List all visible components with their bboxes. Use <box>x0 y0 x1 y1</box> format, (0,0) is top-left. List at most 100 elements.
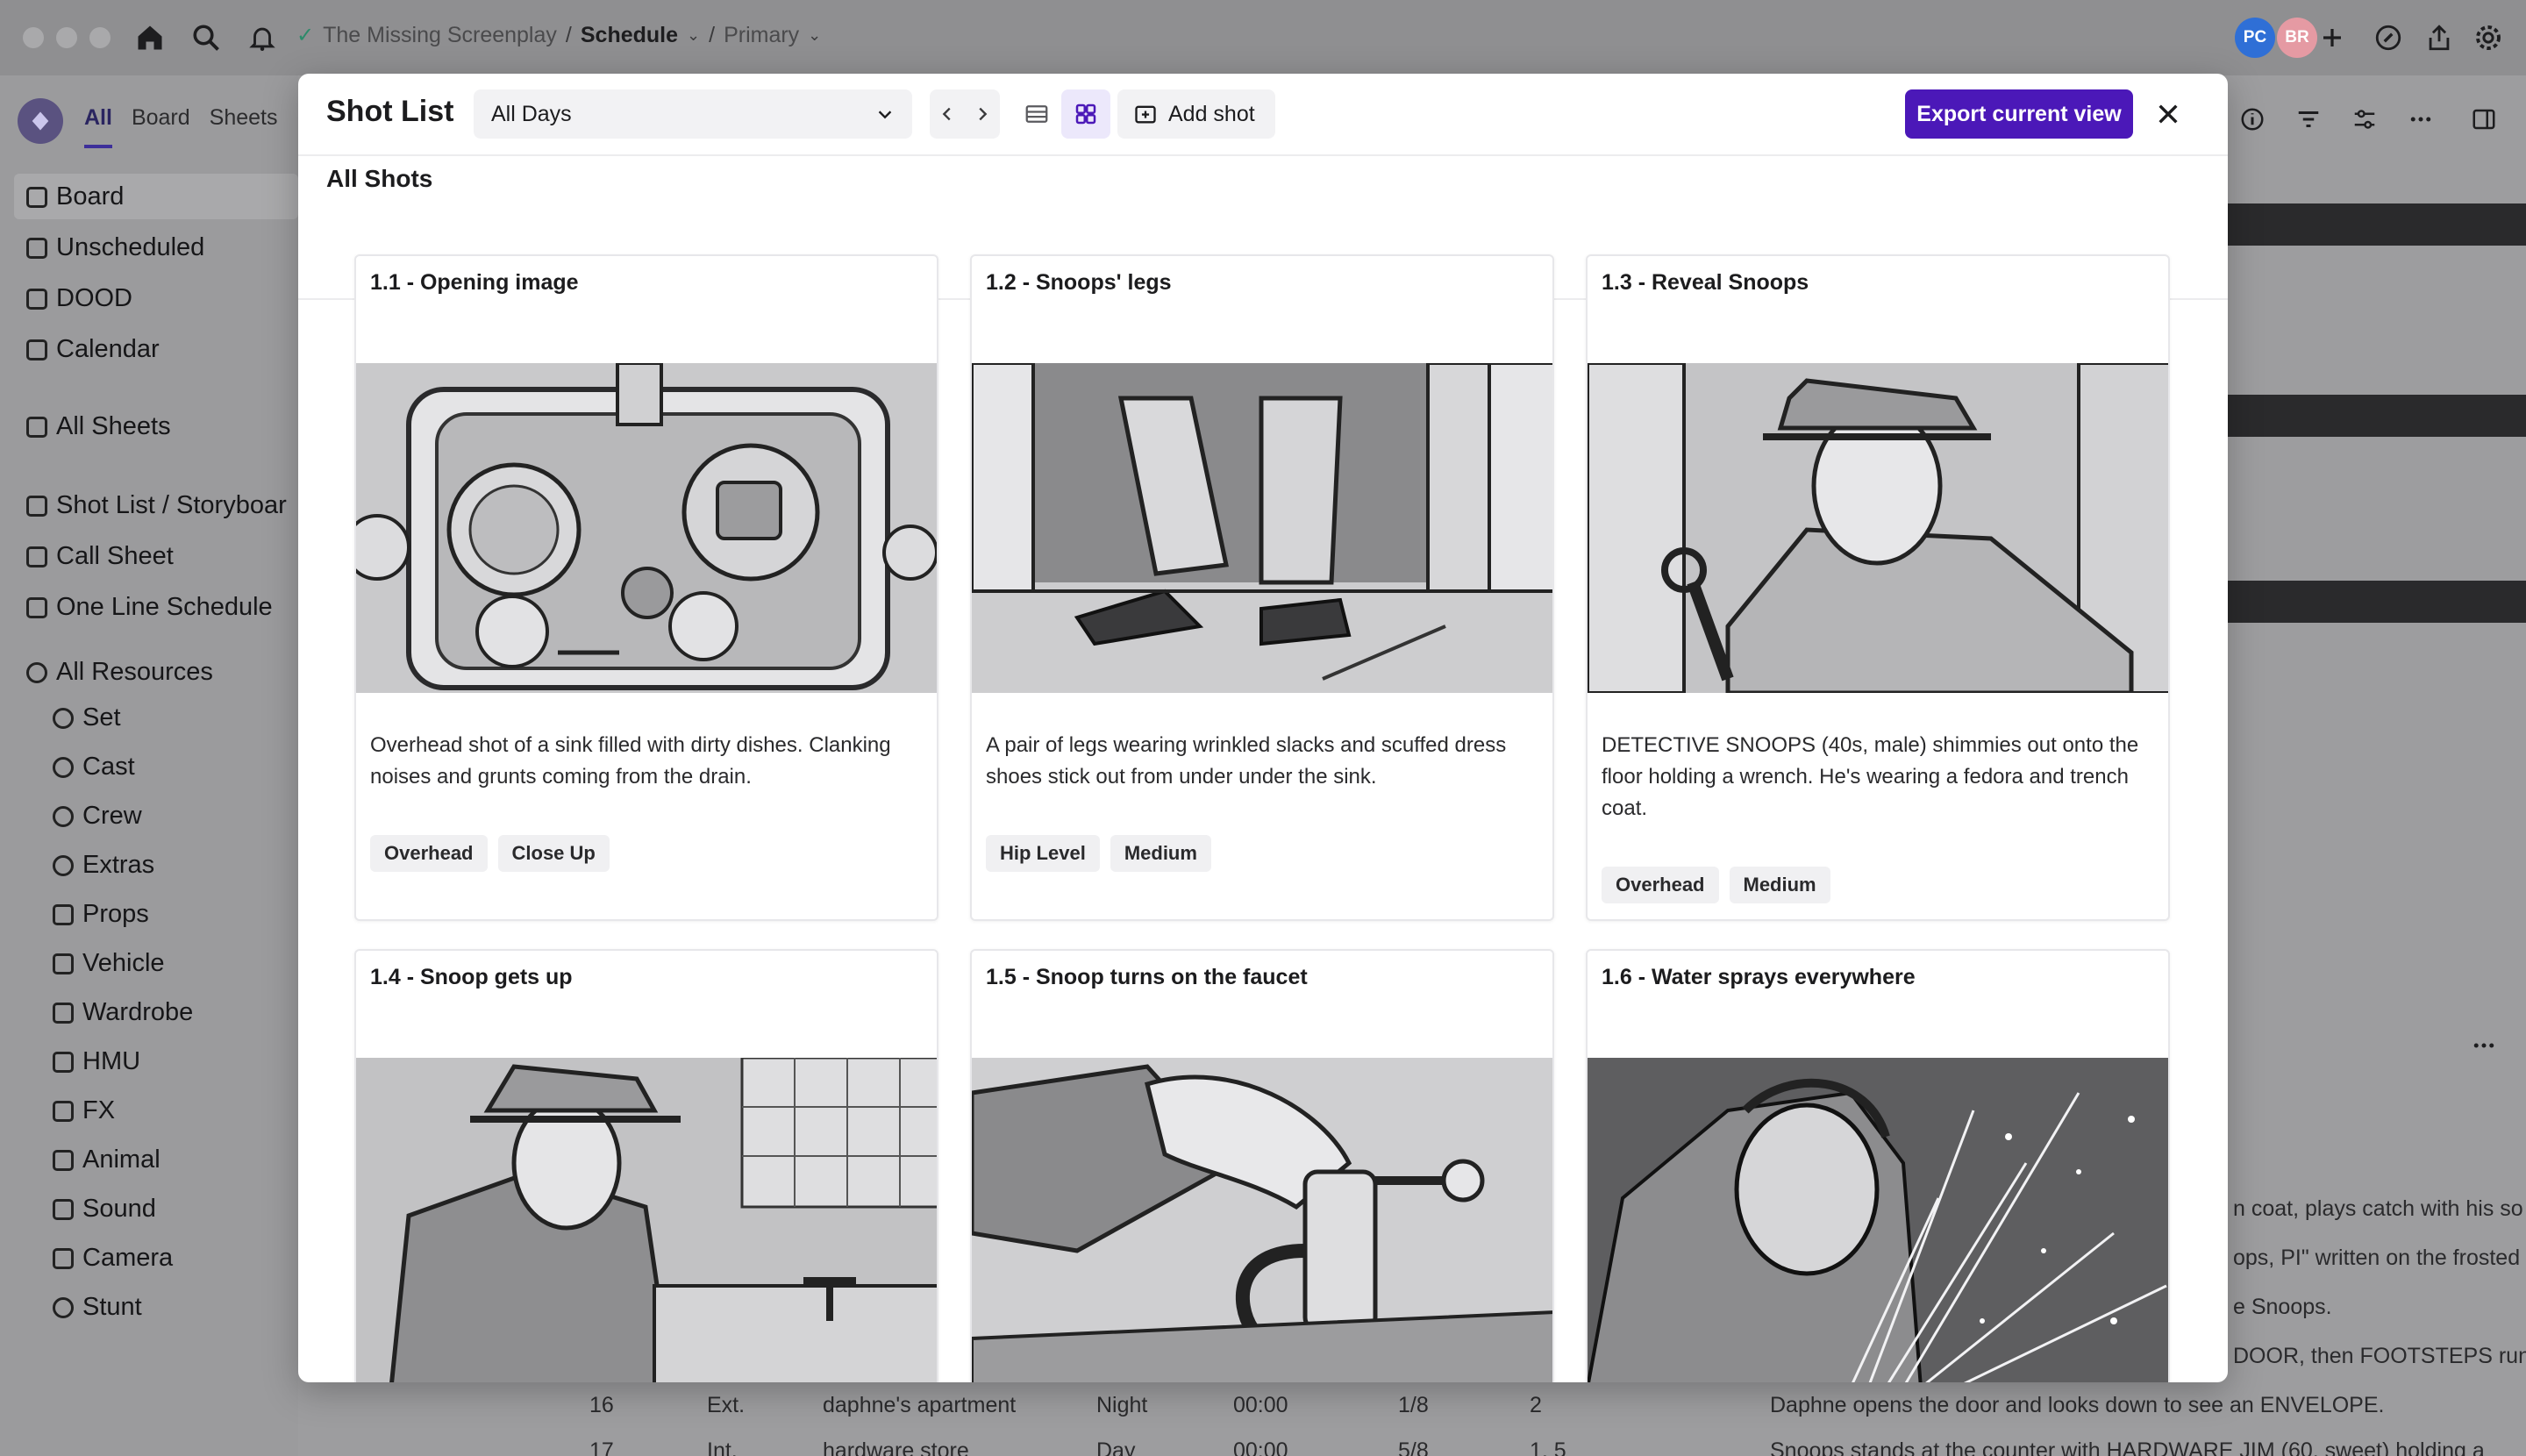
storyboard-sketch-sink[interactable] <box>356 363 938 693</box>
grid-view-button[interactable] <box>1061 89 1110 139</box>
storyboard-sketch-water-spray[interactable] <box>1588 1058 2170 1382</box>
bell-icon[interactable] <box>244 19 281 56</box>
add-shot-button[interactable]: Add shot <box>1117 89 1275 139</box>
filter-icon[interactable] <box>2291 102 2326 137</box>
sidebar-item-call-sheet[interactable]: Call Sheet <box>26 542 174 571</box>
sidebar-item-calendar[interactable]: Calendar <box>26 335 160 364</box>
sidebar-item-one-line-schedule[interactable]: One Line Schedule <box>26 593 273 622</box>
sidebar-item-all-sheets[interactable]: All Sheets <box>26 412 171 441</box>
sidebar-item-label: Extras <box>82 851 155 879</box>
search-icon[interactable] <box>188 19 225 56</box>
previous-day-button[interactable] <box>932 92 962 136</box>
shot-title: 1.6 - Water sprays everywhere <box>1602 965 1916 989</box>
est-time: 00:00 <box>1233 1393 1288 1417</box>
sidebar-item-label: HMU <box>82 1047 141 1075</box>
sidebar-item-dood[interactable]: DOOD <box>26 284 132 313</box>
share-icon[interactable] <box>2421 19 2458 56</box>
gear-icon[interactable] <box>2470 19 2507 56</box>
table-row[interactable]: 17 Int. hardware store Day 00:00 5/8 1, … <box>589 1438 1765 1456</box>
inbox-icon <box>26 237 47 259</box>
breadcrumb-separator: / <box>565 23 572 47</box>
home-icon[interactable] <box>132 19 168 56</box>
sidebar-resource-crew[interactable]: Crew <box>53 802 142 831</box>
shot-title: 1.1 - Opening image <box>370 270 579 295</box>
sidebar-tab-sheets[interactable]: Sheets <box>210 105 278 148</box>
sidebar-item-label: Props <box>82 900 149 928</box>
sparkle-icon <box>53 1100 74 1122</box>
compass-icon[interactable] <box>2370 19 2407 56</box>
breadcrumb-view[interactable]: Primary <box>724 23 799 48</box>
add-collaborator-icon[interactable] <box>2314 19 2351 56</box>
sidebar-resource-vehicle[interactable]: Vehicle <box>53 949 165 978</box>
shot-card[interactable]: 1.2 - Snoops' legs A pair of legs wearin… <box>970 254 1554 921</box>
window-close-dot[interactable] <box>23 27 44 48</box>
scene-description-text: e Snoops. <box>2233 1295 2332 1319</box>
more-icon[interactable] <box>2403 102 2438 137</box>
window-titlebar: ✓ The Missing Screenplay / Schedule ⌄ / … <box>0 0 2526 75</box>
shot-tag: Hip Level <box>986 835 1100 872</box>
day-break-bar <box>2228 581 2526 623</box>
sidebar-tab-all[interactable]: All <box>84 105 112 148</box>
more-icon[interactable] <box>2466 1028 2501 1063</box>
crew-icon <box>53 805 74 827</box>
storyboard-sketch-faucet[interactable] <box>972 1058 1554 1382</box>
storyboard-sketch-legs[interactable] <box>972 363 1554 693</box>
sidebar-resource-stunt[interactable]: Stunt <box>53 1293 142 1322</box>
day-filter-select[interactable]: All Days <box>474 89 912 139</box>
sidebar-item-unscheduled[interactable]: Unscheduled <box>26 233 204 262</box>
table-row[interactable]: 16 Ext. daphne's apartment Night 00:00 1… <box>589 1393 1765 1428</box>
sidebar-resource-sound[interactable]: Sound <box>53 1195 156 1224</box>
modal-title: Shot List <box>326 95 454 128</box>
sidebar-item-shot-list[interactable]: Shot List / Storyboar <box>26 491 287 520</box>
breadcrumb-section[interactable]: Schedule <box>581 23 678 48</box>
page-count: 1/8 <box>1398 1393 1429 1417</box>
panel-toggle-icon[interactable] <box>2466 102 2501 137</box>
sidebar-resource-fx[interactable]: FX <box>53 1096 115 1125</box>
shot-card[interactable]: 1.6 - Water sprays everywhere <box>1586 949 2170 1382</box>
avatar-br[interactable]: BR <box>2277 18 2317 58</box>
window-minimize-dot[interactable] <box>56 27 77 48</box>
sidebar-item-label: Board <box>56 182 125 211</box>
list-view-button[interactable] <box>1012 89 1061 139</box>
sidebar-resource-camera[interactable]: Camera <box>53 1244 173 1273</box>
chevron-down-icon <box>878 111 892 119</box>
sliders-icon[interactable] <box>2347 102 2382 137</box>
shot-card[interactable]: 1.5 - Snoop turns on the faucet <box>970 949 1554 1382</box>
close-modal-button[interactable] <box>2151 96 2186 132</box>
shot-card[interactable]: 1.3 - Reveal Snoops DETECTIVE SNOOPS (40… <box>1586 254 2170 921</box>
day-night: Day <box>1096 1438 1136 1456</box>
sidebar-resource-animal[interactable]: Animal <box>53 1146 161 1174</box>
avatar-pc[interactable]: PC <box>2235 18 2275 58</box>
shot-card[interactable]: 1.4 - Snoop gets up <box>354 949 938 1382</box>
camera-icon <box>53 1247 74 1269</box>
breadcrumb-project[interactable]: The Missing Screenplay <box>323 23 557 48</box>
sidebar-resource-props[interactable]: Props <box>53 900 149 929</box>
export-current-view-button[interactable]: Export current view <box>1905 89 2133 139</box>
sidebar-item-label: Crew <box>82 802 142 830</box>
list-icon <box>26 288 47 310</box>
chevron-right-icon <box>979 107 988 121</box>
next-day-button[interactable] <box>967 92 997 136</box>
info-icon[interactable] <box>2235 102 2270 137</box>
sheets-icon <box>26 416 47 438</box>
sidebar-item-board[interactable]: Board <box>26 182 124 211</box>
storyboard-sketch-kitchen[interactable] <box>356 1058 938 1382</box>
sidebar-item-label: Animal <box>82 1146 161 1174</box>
chevron-down-icon[interactable]: ⌄ <box>687 26 700 45</box>
scene-description-text: ops, PI" written on the frosted <box>2233 1245 2521 1270</box>
sidebar-resource-set[interactable]: Set <box>53 703 121 732</box>
sidebar-item-label: Vehicle <box>82 949 165 977</box>
app-logo-icon[interactable] <box>18 98 63 144</box>
scene-description-text: Daphne opens the door and looks down to … <box>1770 1393 2385 1417</box>
sidebar-resource-cast[interactable]: Cast <box>53 753 135 782</box>
sidebar-item-all-resources[interactable]: All Resources <box>26 658 213 687</box>
storyboard-sketch-detective[interactable] <box>1588 363 2170 693</box>
shot-description: DETECTIVE SNOOPS (40s, male) shimmies ou… <box>1602 733 2139 820</box>
sidebar-tab-board[interactable]: Board <box>132 105 190 148</box>
shot-card[interactable]: 1.1 - Opening image Overhead shot of a s… <box>354 254 938 921</box>
sidebar-resource-hmu[interactable]: HMU <box>53 1047 140 1076</box>
chevron-down-icon[interactable]: ⌄ <box>808 26 821 45</box>
sidebar-resource-wardrobe[interactable]: Wardrobe <box>53 998 193 1027</box>
window-zoom-dot[interactable] <box>89 27 111 48</box>
sidebar-resource-extras[interactable]: Extras <box>53 851 154 880</box>
